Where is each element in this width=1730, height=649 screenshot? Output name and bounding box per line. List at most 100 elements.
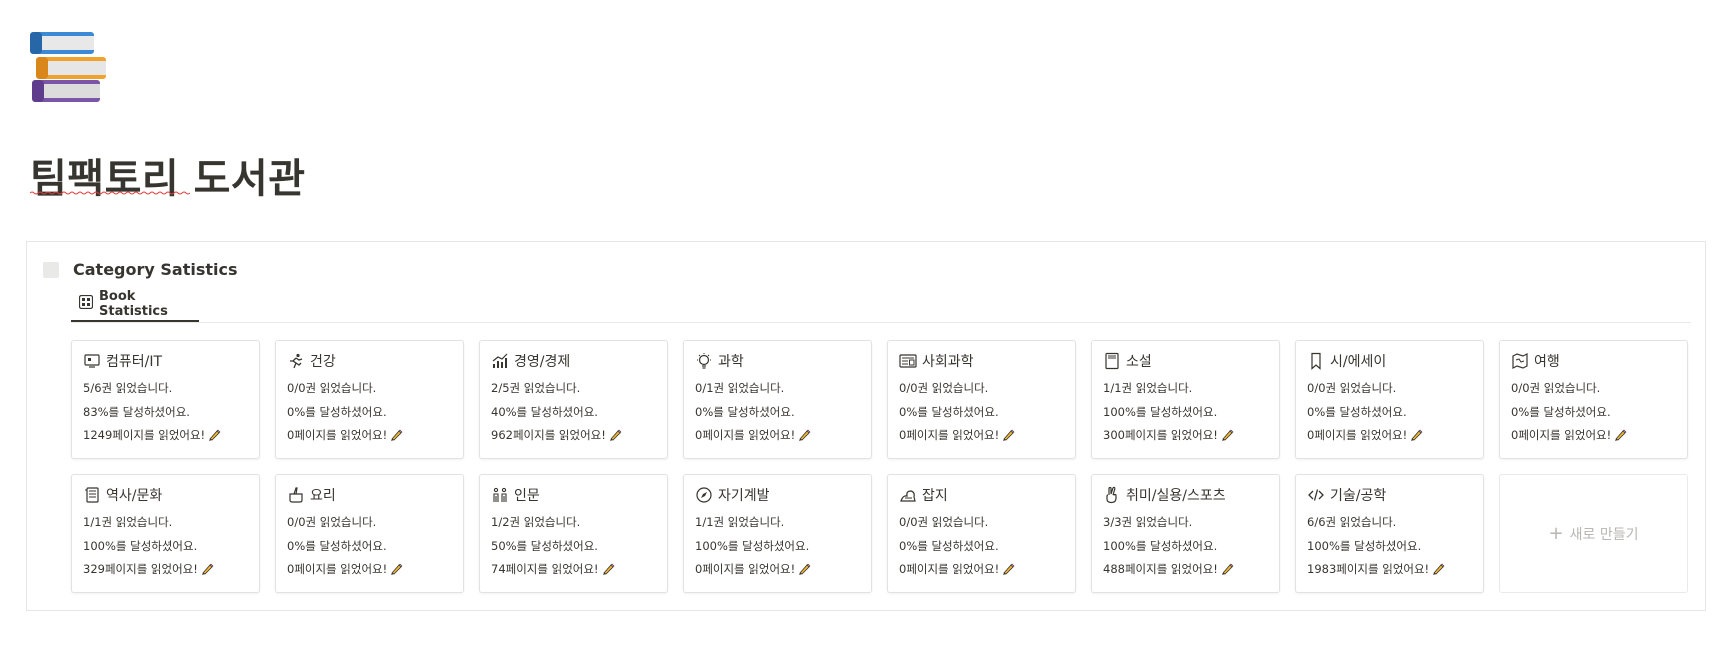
card-title: 과학: [718, 354, 744, 370]
pages-read-row: 0페이지를 읽었어요!: [287, 558, 453, 582]
pages-read-row: 962페이지를 읽었어요!: [491, 424, 657, 448]
gallery-card[interactable]: 소설 1/1권 읽었습니다. 100%를 달성하셨어요. 300페이지를 읽었어요!: [1091, 340, 1280, 459]
gallery-card[interactable]: 기술/공학 6/6권 읽었습니다. 100%를 달성하셨어요. 1983페이지를 읽었…: [1295, 474, 1484, 593]
peace-hand-icon: [1103, 486, 1121, 504]
card-header: 사회과학: [899, 351, 1065, 371]
card-header: 소설: [1103, 351, 1269, 371]
pages-read-row: 0페이지를 읽었어요!: [899, 558, 1065, 582]
pages-read-text: 0페이지를 읽었어요!: [287, 562, 388, 576]
card-title: 기술/공학: [1330, 488, 1387, 504]
pages-read-row: 1983페이지를 읽었어요!: [1307, 558, 1473, 582]
books-read-text: 2/5권 읽었습니다.: [491, 381, 581, 395]
card-header: 과학: [695, 351, 861, 371]
pages-read-row: 329페이지를 읽었어요!: [83, 558, 249, 582]
card-header: 여행: [1511, 351, 1677, 371]
books-read-text: 1/1권 읽었습니다.: [83, 515, 173, 529]
gallery-card[interactable]: 요리 0/0권 읽었습니다. 0%를 달성하셨어요. 0페이지를 읽었어요!: [275, 474, 464, 593]
linked-database: Category Satistics Book Statistics 컴퓨터/I…: [26, 241, 1706, 611]
card-header: 취미/실용/스포츠: [1103, 485, 1269, 505]
gallery-icon: [78, 294, 94, 314]
pencil-icon: [201, 563, 214, 575]
pages-read-row: 1249페이지를 읽었어요!: [83, 424, 249, 448]
gallery-grid: 컴퓨터/IT 5/6권 읽었습니다. 83%를 달성하셨어요. 1249페이지를 읽었…: [71, 340, 1688, 593]
achievement-text: 83%를 달성하셨어요.: [83, 404, 190, 419]
database-toggle[interactable]: [43, 262, 59, 278]
tab-label: Book Statistics: [99, 289, 168, 319]
pages-read-text: 962페이지를 읽었어요!: [491, 428, 606, 442]
pages-read-row: 0페이지를 읽었어요!: [287, 424, 453, 448]
new-card-button[interactable]: + 새로 만들기: [1499, 474, 1688, 593]
lightbulb-icon: [695, 352, 713, 370]
achievement-text: 100%를 달성하셨어요.: [83, 538, 198, 553]
books-emoji-icon[interactable]: [30, 30, 110, 110]
gallery-card[interactable]: 과학 0/1권 읽었습니다. 0%를 달성하셨어요. 0페이지를 읽었어요!: [683, 340, 872, 459]
pencil-icon: [391, 429, 403, 441]
card-header: 잡지: [899, 485, 1065, 505]
gallery-card[interactable]: 컴퓨터/IT 5/6권 읽었습니다. 83%를 달성하셨어요. 1249페이지를 읽었…: [71, 340, 260, 459]
pencil-icon: [391, 563, 403, 575]
gallery-card[interactable]: 시/에세이 0/0권 읽었습니다. 0%를 달성하셨어요. 0페이지를 읽었어요!: [1295, 340, 1484, 459]
pencil-icon: [1615, 429, 1627, 441]
pages-read-text: 0페이지를 읽었어요!: [695, 428, 796, 442]
gallery-card[interactable]: 역사/문화 1/1권 읽었습니다. 100%를 달성하셨어요. 329페이지를 읽었어…: [71, 474, 260, 593]
achievement-text: 0%를 달성하셨어요.: [1511, 404, 1611, 419]
pages-read-text: 1249페이지를 읽었어요!: [83, 428, 206, 442]
card-title: 여행: [1534, 354, 1560, 370]
pages-read-text: 300페이지를 읽었어요!: [1103, 428, 1218, 442]
books-read-text: 0/0권 읽었습니다.: [1307, 381, 1397, 395]
card-title: 시/에세이: [1330, 354, 1387, 370]
book-icon: [1103, 352, 1121, 370]
achievement-text: 0%를 달성하셨어요.: [695, 404, 795, 419]
card-header: 역사/문화: [83, 485, 249, 505]
card-title: 인문: [514, 488, 540, 504]
pencil-icon: [1221, 563, 1234, 575]
tab-book-statistics[interactable]: Book Statistics: [71, 288, 199, 322]
gallery-card[interactable]: 여행 0/0권 읽었습니다. 0%를 달성하셨어요. 0페이지를 읽었어요!: [1499, 340, 1688, 459]
card-header: 자기계발: [695, 485, 861, 505]
card-header: 건강: [287, 351, 453, 371]
pencil-icon: [799, 563, 811, 575]
new-card-label: 새로 만들기: [1569, 526, 1639, 543]
gallery-card[interactable]: 건강 0/0권 읽었습니다. 0%를 달성하셨어요. 0페이지를 읽었어요!: [275, 340, 464, 459]
gallery-card[interactable]: 취미/실용/스포츠 3/3권 읽었습니다. 100%를 달성하셨어요. 488페이지를…: [1091, 474, 1280, 593]
achievement-text: 50%를 달성하셨어요.: [491, 538, 598, 553]
achievement-text: 100%를 달성하셨어요.: [1103, 404, 1218, 419]
gallery-card[interactable]: 인문 1/2권 읽었습니다. 50%를 달성하셨어요. 74페이지를 읽었어요!: [479, 474, 668, 593]
achievement-text: 100%를 달성하셨어요.: [1103, 538, 1218, 553]
gallery-card[interactable]: 자기계발 1/1권 읽었습니다. 100%를 달성하셨어요. 0페이지를 읽었어요!: [683, 474, 872, 593]
books-read-text: 0/0권 읽었습니다.: [287, 515, 377, 529]
card-header: 요리: [287, 485, 453, 505]
card-header: 경영/경제: [491, 351, 657, 371]
achievement-text: 100%를 달성하셨어요.: [1307, 538, 1422, 553]
card-title: 건강: [310, 354, 336, 370]
gallery-card[interactable]: 경영/경제 2/5권 읽었습니다. 40%를 달성하셨어요. 962페이지를 읽었어요…: [479, 340, 668, 459]
running-icon: [287, 352, 305, 370]
card-title: 경영/경제: [514, 354, 571, 370]
scroll-icon: [83, 486, 101, 504]
achievement-text: 40%를 달성하셨어요.: [491, 404, 598, 419]
spellcheck-underline: [30, 191, 190, 195]
bookmark-icon: [1307, 352, 1325, 370]
pencil-icon: [1003, 429, 1015, 441]
achievement-text: 0%를 달성하셨어요.: [287, 538, 387, 553]
people-icon: [491, 486, 509, 504]
pencil-icon: [1433, 563, 1445, 575]
card-header: 시/에세이: [1307, 351, 1473, 371]
database-title[interactable]: Category Satistics: [73, 260, 238, 279]
gallery-card[interactable]: 사회과학 0/0권 읽었습니다. 0%를 달성하셨어요. 0페이지를 읽었어요!: [887, 340, 1076, 459]
card-header: 인문: [491, 485, 657, 505]
pages-read-text: 0페이지를 읽었어요!: [899, 428, 1000, 442]
page-title[interactable]: 팀팩토리 도서관: [30, 146, 306, 204]
pages-read-row: 0페이지를 읽었어요!: [1511, 424, 1677, 448]
map-icon: [1511, 352, 1529, 370]
gallery-card[interactable]: 잡지 0/0권 읽었습니다. 0%를 달성하셨어요. 0페이지를 읽었어요!: [887, 474, 1076, 593]
card-title: 잡지: [922, 488, 948, 504]
card-title: 취미/실용/스포츠: [1126, 488, 1226, 504]
pages-read-text: 329페이지를 읽었어요!: [83, 562, 198, 576]
books-read-text: 0/1권 읽었습니다.: [695, 381, 785, 395]
computer-icon: [83, 352, 101, 370]
pages-read-row: 0페이지를 읽었어요!: [1307, 424, 1473, 448]
books-read-text: 0/0권 읽었습니다.: [899, 515, 989, 529]
pages-read-text: 488페이지를 읽었어요!: [1103, 562, 1218, 576]
books-read-text: 6/6권 읽었습니다.: [1307, 515, 1397, 529]
